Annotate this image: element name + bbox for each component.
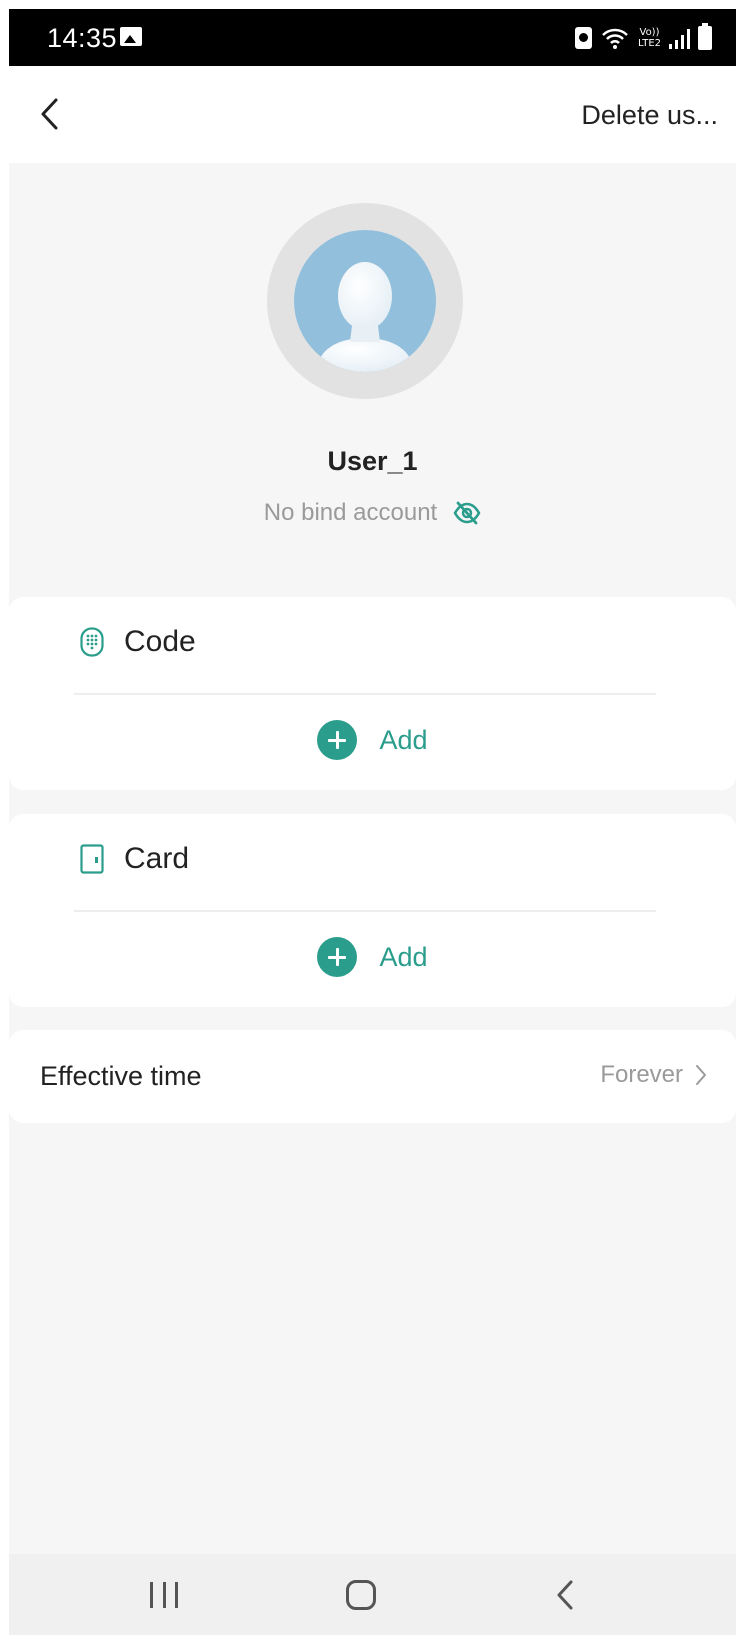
code-section: Code Add	[9, 597, 736, 790]
volte-label: Vo))	[639, 27, 660, 38]
card-title: Card	[124, 842, 190, 875]
user-name: User_1	[327, 446, 418, 476]
delete-user-button[interactable]: Delete us...	[581, 100, 718, 131]
signal-icon	[669, 27, 690, 49]
eye-off-icon[interactable]	[453, 500, 481, 526]
home-icon[interactable]	[346, 1580, 376, 1610]
add-code-button[interactable]: Add	[9, 720, 736, 760]
chevron-left-icon	[41, 98, 58, 130]
bind-status-row: No bind account	[9, 499, 736, 527]
add-card-button[interactable]: Add	[9, 937, 736, 977]
lte-label: LTE2	[638, 38, 661, 49]
app-screen: 14:35 Vo)) LTE2 Delete us... User_1 No b…	[9, 9, 736, 1635]
gallery-icon	[120, 27, 142, 46]
add-card-label: Add	[379, 941, 428, 972]
status-time: 14:35	[47, 23, 118, 53]
code-title: Code	[124, 625, 196, 658]
plus-circle-icon	[317, 937, 358, 977]
effective-time-value: Forever	[600, 1061, 683, 1088]
back-icon[interactable]	[549, 1578, 581, 1612]
status-bar: 14:35 Vo)) LTE2	[9, 9, 736, 66]
card-divider	[74, 910, 656, 912]
recent-apps-icon[interactable]	[150, 1582, 178, 1608]
code-title-row: Code	[80, 625, 196, 659]
code-divider	[74, 693, 656, 695]
alarm-icon	[575, 27, 593, 49]
wifi-icon	[602, 28, 628, 49]
back-button[interactable]	[29, 94, 69, 134]
plus-circle-icon	[317, 720, 358, 760]
bind-status-text: No bind account	[263, 499, 438, 526]
status-icons: Vo)) LTE2	[575, 21, 712, 55]
card-title-row: Card	[80, 842, 189, 876]
card-icon	[80, 844, 104, 874]
keypad-icon	[80, 627, 104, 657]
chevron-right-icon	[696, 1065, 706, 1085]
top-app-bar: Delete us...	[9, 66, 736, 163]
battery-icon	[698, 23, 712, 50]
effective-time-row[interactable]: Effective time Forever	[9, 1030, 736, 1123]
avatar[interactable]	[294, 230, 436, 372]
user-silhouette-icon	[316, 262, 414, 372]
add-code-label: Add	[379, 724, 428, 755]
effective-time-value-row: Forever	[600, 1061, 707, 1089]
effective-time-label: Effective time	[40, 1061, 202, 1091]
lte-indicator: Vo)) LTE2	[638, 27, 661, 49]
card-section: Card Add	[9, 814, 736, 1007]
system-nav-bar	[9, 1554, 736, 1635]
